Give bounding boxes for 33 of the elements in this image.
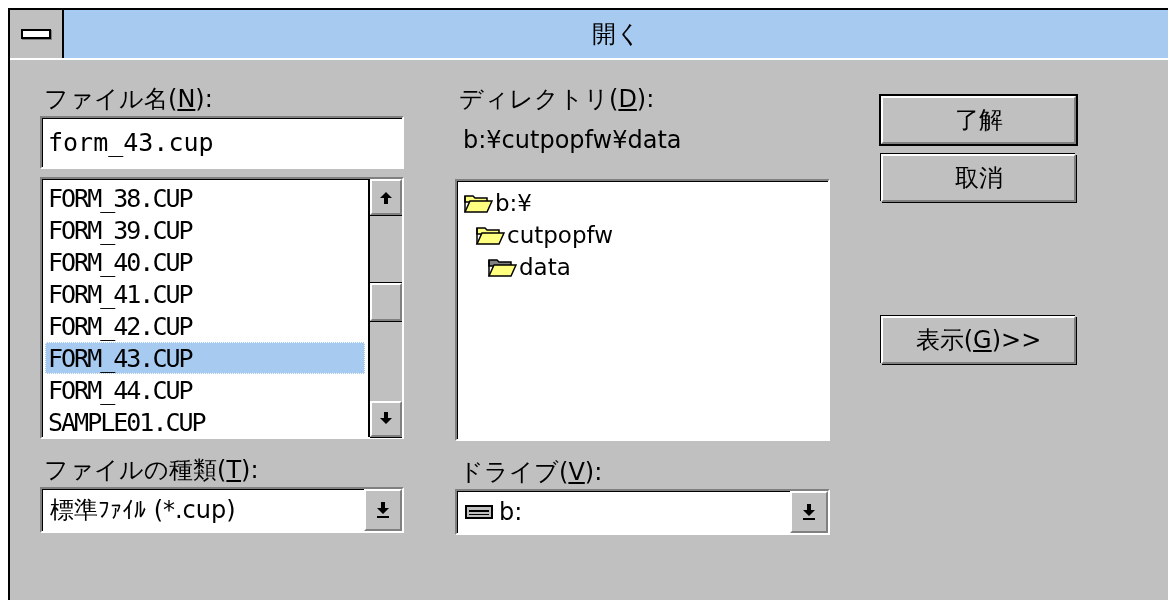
file-item[interactable]: FORM_42.CUP [45, 310, 365, 342]
folder-item[interactable]: cutpopfw [507, 222, 613, 248]
drive-dropdown[interactable]: b: [455, 489, 830, 535]
file-item[interactable]: FORM_38.CUP [45, 182, 365, 214]
file-type-dropdown[interactable]: 標準ﾌｧｲﾙ (*.cup) [40, 487, 404, 533]
file-name-field[interactable]: form_43.cup [40, 116, 404, 169]
file-item[interactable]: FORM_40.CUP [45, 246, 365, 278]
field-label: ディレクトリ(D): [458, 84, 656, 115]
system-menu-button[interactable] [10, 10, 64, 58]
drive-icon [465, 504, 493, 520]
file-item[interactable]: FORM_39.CUP [45, 214, 365, 246]
directory-path: b:¥cutpopfw¥data [462, 125, 683, 156]
scroll-up-button[interactable] [370, 179, 402, 215]
file-item[interactable]: SAMPLE01.CUP [45, 406, 365, 438]
file-item[interactable]: FORM_44.CUP [45, 374, 365, 406]
dialog-button[interactable]: 了解 [881, 96, 1076, 144]
scroll-thumb[interactable] [370, 283, 402, 321]
scrollbar[interactable] [368, 179, 402, 437]
folder-item[interactable]: data [519, 254, 571, 280]
down-arrow-icon [802, 503, 816, 521]
dialog-button[interactable]: 取消 [881, 154, 1076, 202]
scroll-down-button[interactable] [370, 401, 402, 437]
down-arrow-icon [379, 411, 393, 427]
file-item[interactable]: FORM_43.CUP [45, 342, 365, 374]
up-arrow-icon [379, 189, 393, 205]
down-arrow-icon [376, 501, 390, 519]
dialog-button[interactable]: 表示(G)>> [881, 316, 1076, 364]
window-title: 開く [590, 19, 642, 50]
field-label: ファイルの種類(T): [43, 455, 260, 486]
field-label: ドライブ(V): [458, 457, 604, 488]
field-label: ファイル名(N): [43, 84, 214, 115]
file-item[interactable]: FORM_41.CUP [45, 278, 365, 310]
folder-item[interactable]: b:¥ [495, 190, 532, 216]
